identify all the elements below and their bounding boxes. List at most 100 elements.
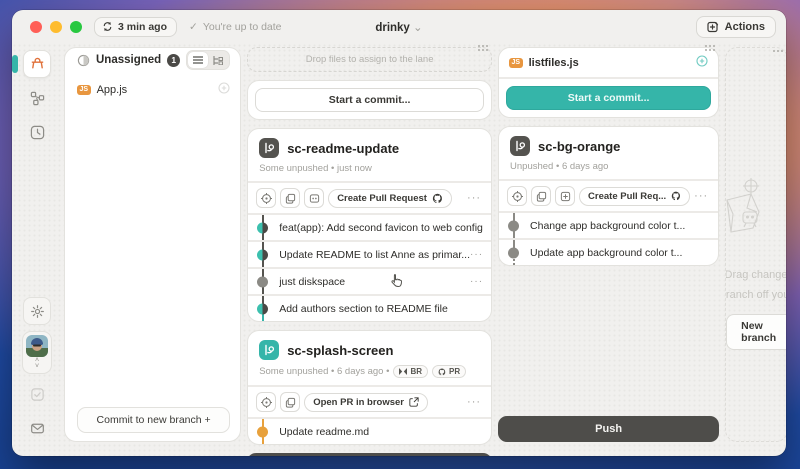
github-icon bbox=[671, 191, 681, 201]
unassigned-header: Unassigned 1 bbox=[77, 50, 230, 70]
assign-file-icon[interactable] bbox=[218, 82, 230, 97]
target-icon-button[interactable] bbox=[256, 392, 276, 412]
lane1-start-commit-button[interactable]: Start a commit... bbox=[255, 88, 484, 112]
branch-card-sc-bg-orange: sc-bg-orange Unpushed • 6 days ago bbox=[498, 126, 719, 266]
unassigned-count-badge: 1 bbox=[167, 54, 180, 67]
commit-row[interactable]: Change app background color t... bbox=[499, 213, 718, 238]
review-icon-button[interactable] bbox=[304, 188, 324, 208]
lane1-drag-handle[interactable] bbox=[477, 44, 490, 51]
branch-badge-icon bbox=[259, 340, 279, 360]
push-button[interactable]: Push bbox=[498, 416, 719, 442]
tree-view-button[interactable] bbox=[208, 52, 228, 68]
branch-toolbar: Create Pull Request ··· bbox=[248, 183, 491, 213]
tasks-button[interactable] bbox=[23, 380, 51, 408]
external-link-icon bbox=[409, 397, 419, 407]
copy-branch-icon-button[interactable] bbox=[531, 186, 551, 206]
lane2-drag-handle[interactable] bbox=[704, 44, 717, 51]
tree-icon bbox=[213, 56, 223, 65]
create-pull-request-button[interactable]: Create Pull Request bbox=[328, 189, 452, 208]
open-pr-label: Open PR in browser bbox=[313, 397, 404, 408]
commit-overflow-menu[interactable]: ··· bbox=[470, 276, 483, 287]
new-branch-button[interactable]: New branch bbox=[726, 314, 786, 350]
commit-to-new-branch-button[interactable]: Commit to new branch + bbox=[77, 407, 230, 433]
check-square-icon bbox=[30, 387, 45, 402]
open-pr-in-browser-button[interactable]: Open PR in browser bbox=[304, 393, 428, 412]
lane-2: JS listfiles.js Start a commit... bbox=[498, 47, 719, 442]
file-row-appjs[interactable]: JS App.js bbox=[77, 82, 230, 97]
actions-button[interactable]: Actions bbox=[696, 16, 776, 38]
lane2-file-card: JS listfiles.js Start a commit... bbox=[498, 47, 719, 118]
close-window-button[interactable] bbox=[30, 21, 42, 33]
assign-file-icon[interactable] bbox=[696, 55, 708, 70]
branch-header[interactable]: sc-splash-screen Some unpushed • 6 days … bbox=[248, 331, 491, 385]
br-badge[interactable]: BR bbox=[393, 365, 428, 378]
commit-row[interactable]: feat(app): Add second favicon to web con… bbox=[248, 215, 491, 240]
branch-card-sc-readme-update: sc-readme-update Some unpushed • just no… bbox=[247, 128, 492, 322]
branch-badge-icon bbox=[510, 136, 530, 156]
active-tab-indicator bbox=[12, 55, 18, 73]
feedback-button[interactable] bbox=[23, 414, 51, 442]
commit-row[interactable]: Update app background color t... bbox=[499, 240, 718, 265]
minimize-window-button[interactable] bbox=[50, 21, 62, 33]
app-window: 3 min ago ✓ You're up to date drinky ⌄ A… bbox=[12, 10, 786, 456]
pr-badge[interactable]: PR bbox=[432, 365, 466, 378]
list-icon bbox=[193, 56, 203, 64]
branch-overflow-menu[interactable]: ··· bbox=[694, 190, 710, 202]
commit-message: Update README to list Anne as primar... bbox=[279, 249, 470, 261]
copy-branch-icon-button[interactable] bbox=[280, 392, 300, 412]
branch-meta-text: Some unpushed • 6 days ago • bbox=[259, 366, 389, 377]
commit-row[interactable]: Add authors section to README file bbox=[248, 296, 491, 321]
force-push-button[interactable]: Force push bbox=[247, 453, 492, 456]
commit-overflow-menu[interactable]: ··· bbox=[470, 249, 483, 260]
profile-switcher[interactable]: ˄˅ bbox=[22, 331, 52, 374]
commit-message: Update readme.md bbox=[279, 426, 369, 438]
commit-dot bbox=[257, 303, 268, 314]
commit-message: just diskspace bbox=[279, 276, 345, 288]
lane1-dropzone[interactable]: Drop files to assign to the lane bbox=[247, 47, 492, 72]
branches-tab[interactable] bbox=[23, 84, 51, 112]
zoom-window-button[interactable] bbox=[70, 21, 82, 33]
file-name: listfiles.js bbox=[529, 57, 579, 69]
branch-overflow-menu[interactable]: ··· bbox=[467, 396, 483, 408]
left-rail: ˄˅ bbox=[16, 47, 58, 442]
branch-header[interactable]: sc-readme-update Some unpushed • just no… bbox=[248, 129, 491, 181]
add-dependent-branch-button[interactable] bbox=[555, 186, 575, 206]
lane-new-branch-placeholder[interactable]: Drag changes branch off your New branch bbox=[725, 47, 786, 442]
js-file-badge: JS bbox=[77, 85, 91, 95]
lane1-start-commit-card: Start a commit... bbox=[247, 80, 492, 120]
workspace-tab[interactable] bbox=[23, 50, 51, 78]
commit-dot bbox=[257, 426, 268, 437]
commit-row[interactable]: Update README to list Anne as primar... … bbox=[248, 242, 491, 267]
branch-overflow-menu[interactable]: ··· bbox=[467, 192, 483, 204]
branch-toolbar: Open PR in browser ··· bbox=[248, 387, 491, 417]
sync-label: 3 min ago bbox=[118, 21, 167, 33]
list-view-button[interactable] bbox=[188, 52, 208, 68]
sync-button[interactable]: 3 min ago bbox=[94, 17, 177, 37]
create-pr-label: Create Pull Request bbox=[337, 193, 427, 204]
commit-dot bbox=[508, 220, 519, 231]
commit-dot bbox=[257, 249, 268, 260]
commit-row[interactable]: Update readme.md bbox=[248, 419, 491, 444]
settings-button[interactable] bbox=[23, 297, 51, 325]
target-icon-button[interactable] bbox=[507, 186, 527, 206]
sync-icon bbox=[102, 21, 113, 32]
target-icon-button[interactable] bbox=[256, 188, 276, 208]
lane2-start-commit-button[interactable]: Start a commit... bbox=[506, 86, 711, 110]
hand-cursor-icon bbox=[390, 273, 403, 291]
actions-label: Actions bbox=[725, 21, 765, 33]
commit-row[interactable]: just diskspace ··· bbox=[248, 269, 491, 294]
github-icon bbox=[432, 193, 443, 204]
sync-status-text: You're up to date bbox=[203, 21, 282, 33]
commit-message: Change app background color t... bbox=[530, 220, 685, 232]
chevron-down-icon: ⌄ bbox=[413, 22, 423, 34]
copy-branch-icon-button[interactable] bbox=[280, 188, 300, 208]
commit-dot bbox=[257, 222, 268, 233]
titlebar: 3 min ago ✓ You're up to date drinky ⌄ A… bbox=[12, 10, 786, 43]
branch-toolbar: Create Pull Req... ··· bbox=[499, 181, 718, 211]
create-pull-request-button[interactable]: Create Pull Req... bbox=[579, 187, 690, 206]
branch-badge-icon bbox=[259, 138, 279, 158]
branch-header[interactable]: sc-bg-orange Unpushed • 6 days ago bbox=[499, 127, 718, 179]
history-tab[interactable] bbox=[23, 118, 51, 146]
file-row-listfilesjs[interactable]: JS listfiles.js bbox=[499, 48, 718, 77]
github-icon bbox=[438, 368, 446, 376]
